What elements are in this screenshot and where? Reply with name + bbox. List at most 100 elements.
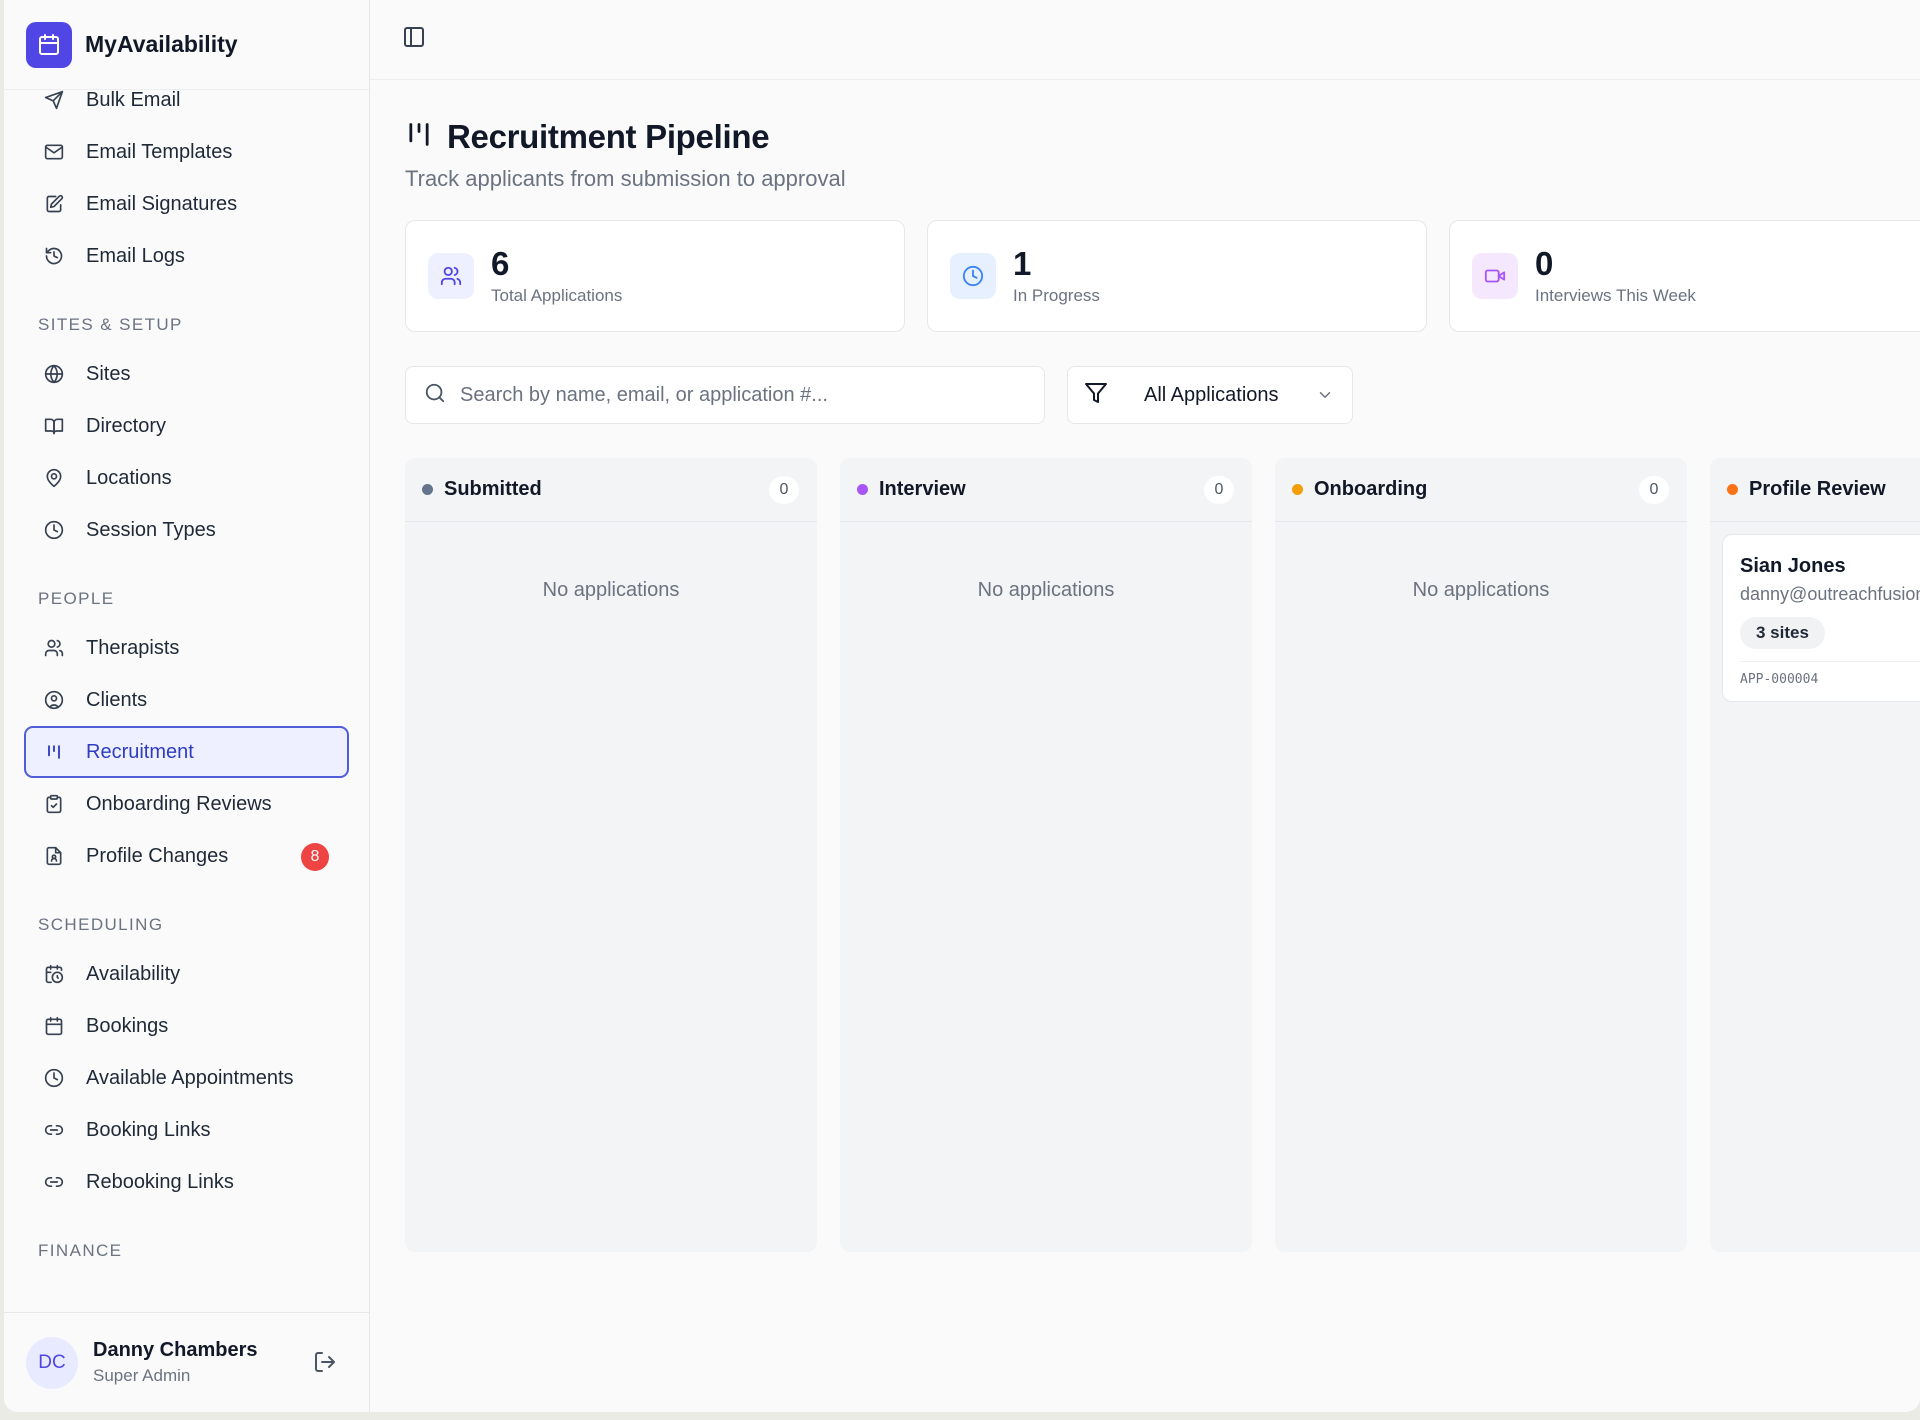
kanban-icon	[405, 121, 433, 154]
application-id: APP-000004	[1740, 672, 1819, 687]
user-profile[interactable]: DC Danny Chambers Super Admin	[4, 1312, 369, 1412]
sidebar-item-label: Profile Changes	[86, 844, 229, 867]
column-title: Onboarding	[1314, 478, 1428, 500]
sidebar-item-label: Sites	[86, 362, 131, 385]
column-count: 0	[769, 476, 799, 504]
calendar-logo-icon	[26, 21, 72, 68]
sites-tag: 3 sites	[1740, 617, 1825, 649]
top-bar	[370, 0, 1920, 80]
stats-row: 6 Total Applications 1 In Progress 0 Int…	[405, 220, 1920, 332]
stat-card-in-progress: 1 In Progress	[927, 220, 1427, 332]
sidebar-item-clients[interactable]: Clients	[24, 674, 349, 726]
sidebar-item-label: Availability	[86, 962, 181, 985]
sidebar-item-label: Therapists	[86, 636, 180, 659]
column-count: 0	[1204, 476, 1234, 504]
section-people: PEOPLE	[38, 589, 115, 608]
user-circle-icon	[42, 688, 66, 712]
mail-icon	[42, 140, 66, 164]
column-count: 0	[1639, 476, 1669, 504]
column-submitted: Submitted 0 No applications	[405, 458, 817, 1252]
column-onboarding: Onboarding 0 No applications	[1275, 458, 1687, 1252]
user-name: Danny Chambers	[93, 1339, 258, 1361]
clock-icon	[42, 1066, 66, 1090]
page-title: Recruitment Pipeline	[447, 118, 770, 155]
status-dot	[422, 484, 433, 495]
signature-icon	[42, 192, 66, 216]
user-role: Super Admin	[93, 1366, 191, 1385]
sidebar-item-booking-links[interactable]: Booking Links	[24, 1104, 349, 1156]
sidebar-item-label: Recruitment	[86, 740, 194, 763]
sidebar-item-recruitment[interactable]: Recruitment	[24, 726, 349, 778]
kanban-board: Submitted 0 No applications Interview 0 …	[405, 458, 1920, 1252]
column-interview: Interview 0 No applications	[840, 458, 1252, 1252]
page-subtitle: Track applicants from submission to appr…	[405, 166, 846, 191]
clock-icon	[950, 253, 996, 299]
applicant-card[interactable]: Sian Jones danny@outreachfusion 3 sites …	[1722, 534, 1920, 702]
sidebar-item-label: Email Signatures	[86, 192, 238, 215]
chevron-down-icon	[1316, 386, 1334, 409]
sidebar-item-therapists[interactable]: Therapists	[24, 622, 349, 674]
stat-label: In Progress	[1013, 286, 1100, 305]
sidebar-item-label: Clients	[86, 688, 148, 711]
column-title: Profile Review	[1749, 478, 1886, 500]
calendar-icon	[42, 1014, 66, 1038]
sidebar-item-available-appointments[interactable]: Available Appointments	[24, 1052, 349, 1104]
section-sites-setup: SITES & SETUP	[38, 315, 183, 334]
select-value: All Applications	[1144, 383, 1279, 406]
sidebar-toggle-icon[interactable]	[402, 25, 426, 54]
sidebar-item-label: Rebooking Links	[86, 1170, 234, 1193]
kanban-icon	[42, 740, 66, 764]
column-title: Submitted	[444, 478, 542, 500]
stat-card-total-applications: 6 Total Applications	[405, 220, 905, 332]
file-user-icon	[42, 844, 66, 868]
sidebar-item-email-logs[interactable]: Email Logs	[24, 230, 349, 282]
globe-icon	[42, 362, 66, 386]
history-icon	[42, 244, 66, 268]
sidebar-item-availability[interactable]: Availability	[24, 948, 349, 1000]
logout-icon[interactable]	[313, 1350, 337, 1379]
sidebar-item-bookings[interactable]: Bookings	[24, 1000, 349, 1052]
notification-badge: 8	[301, 843, 329, 871]
clock-icon	[42, 518, 66, 542]
book-icon	[42, 414, 66, 438]
search-input[interactable]: Search by name, email, or application #.…	[405, 366, 1045, 424]
sidebar-item-email-templates[interactable]: Email Templates	[24, 126, 349, 178]
empty-state: No applications	[542, 579, 680, 601]
users-icon	[42, 636, 66, 660]
sidebar-item-label: Session Types	[86, 518, 216, 541]
applicant-email: danny@outreachfusion	[1740, 584, 1920, 604]
filter-bar: Search by name, email, or application #.…	[405, 366, 1920, 424]
applicant-name: Sian Jones	[1740, 555, 1846, 577]
link-icon	[42, 1170, 66, 1194]
status-dot	[1292, 484, 1303, 495]
section-scheduling: SCHEDULING	[38, 915, 164, 934]
search-placeholder: Search by name, email, or application #.…	[460, 383, 828, 406]
brand[interactable]: MyAvailability	[4, 0, 369, 90]
sidebar-item-email-signatures[interactable]: Email Signatures	[24, 178, 349, 230]
empty-state: No applications	[1412, 579, 1550, 601]
video-icon	[1472, 253, 1518, 299]
sidebar: MyAvailability Bulk Email Email Template…	[4, 0, 370, 1412]
sidebar-item-label: Locations	[86, 466, 172, 489]
stat-label: Interviews This Week	[1535, 286, 1696, 305]
sidebar-item-label: Booking Links	[86, 1118, 211, 1141]
sidebar-item-onboarding-reviews[interactable]: Onboarding Reviews	[24, 778, 349, 830]
link-icon	[42, 1118, 66, 1142]
sidebar-item-directory[interactable]: Directory	[24, 400, 349, 452]
sidebar-item-sites[interactable]: Sites	[24, 348, 349, 400]
sidebar-item-session-types[interactable]: Session Types	[24, 504, 349, 556]
sidebar-item-rebooking-links[interactable]: Rebooking Links	[24, 1156, 349, 1208]
column-title: Interview	[879, 478, 966, 500]
sidebar-item-profile-changes[interactable]: Profile Changes 8	[24, 830, 349, 882]
main-content: Recruitment Pipeline Track applicants fr…	[370, 0, 1920, 1412]
stat-value: 0	[1535, 245, 1554, 282]
app-name: MyAvailability	[85, 31, 238, 57]
clipboard-check-icon	[42, 792, 66, 816]
status-filter-select[interactable]: All Applications	[1067, 366, 1353, 424]
sidebar-item-label: Email Templates	[86, 140, 233, 163]
users-icon	[428, 253, 474, 299]
sidebar-item-label: Email Logs	[86, 244, 185, 267]
stat-value: 1	[1013, 245, 1032, 282]
sidebar-item-locations[interactable]: Locations	[24, 452, 349, 504]
sidebar-item-bulk-email[interactable]: Bulk Email	[24, 90, 349, 126]
